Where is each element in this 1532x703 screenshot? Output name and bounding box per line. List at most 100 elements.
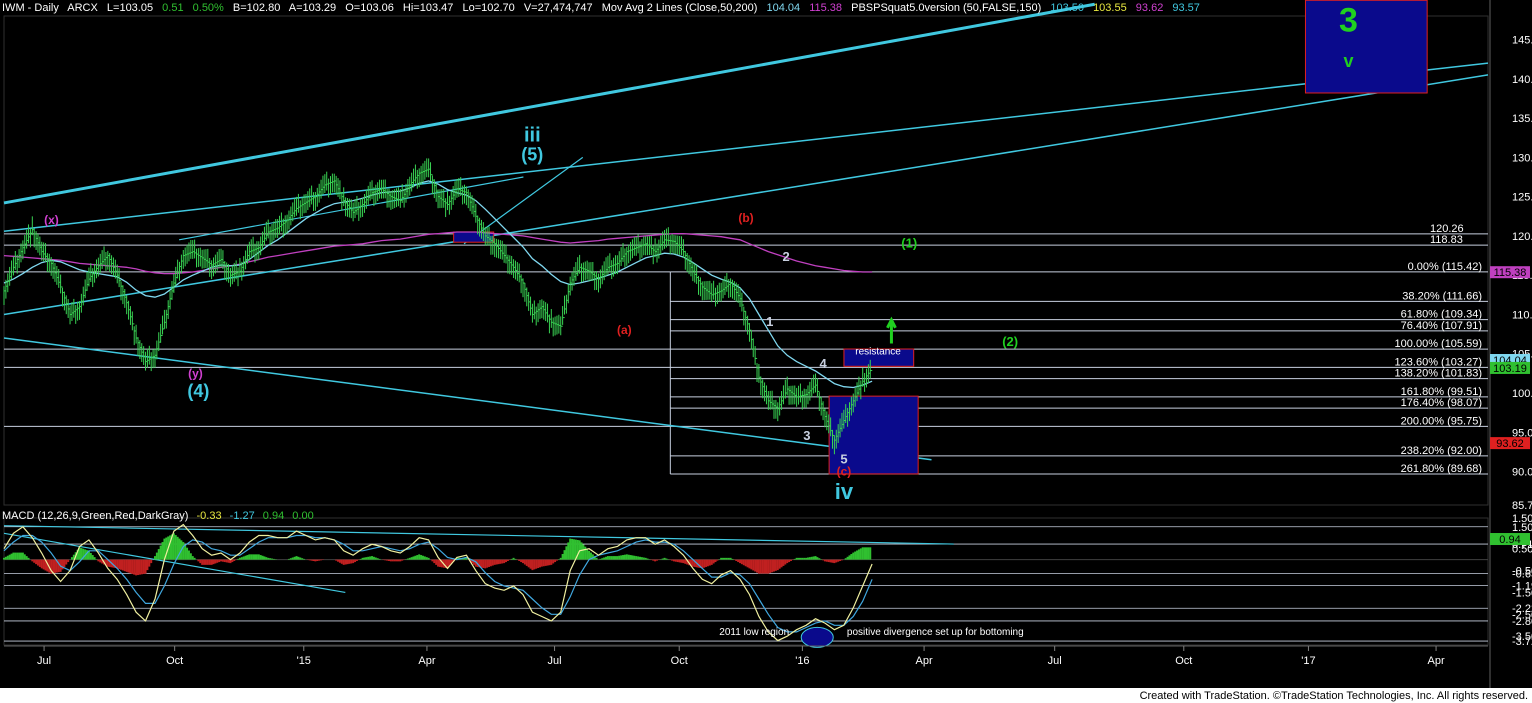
wave-label: 4: [820, 356, 828, 371]
time-axis-label: Apr: [1427, 655, 1444, 667]
price-tick-label: 130.00: [1512, 152, 1532, 164]
volume-value: V=27,474,747: [523, 2, 593, 14]
price-bars: [3, 158, 873, 455]
price-tick-label: 85.74: [1512, 500, 1532, 512]
price-tag-label: 93.62: [1496, 438, 1524, 450]
symbol-label: IWM - Daily: [2, 2, 59, 14]
pbsp-label: PBSPSquat5.0version (50,FALSE,150): [851, 2, 1042, 14]
price-tag-label: 103.19: [1493, 363, 1527, 375]
macd-annotation: positive divergence set up for bottoming: [847, 627, 1024, 638]
high-value: Hi=103.47: [402, 2, 454, 14]
price-tick-label: 90.00: [1512, 467, 1532, 479]
trend-line: [3, 337, 932, 461]
time-axis-label: Oct: [1175, 655, 1192, 667]
fib-label: 261.80% (89.68): [1401, 463, 1482, 475]
wave-label: (y): [188, 366, 203, 380]
time-axis-label: Jul: [1048, 655, 1062, 667]
ask-value: A=103.29: [288, 2, 337, 14]
macd-value-4: 0.00: [292, 510, 314, 522]
macd-pane-frame: [3, 517, 1489, 646]
time-axis-label: Apr: [916, 655, 933, 667]
target-arrow-icon: [886, 316, 897, 344]
price-tick-label: 110.00: [1512, 309, 1532, 321]
price-tick-label: 145.00: [1512, 35, 1532, 47]
footer-credit: Created with TradeStation. ©TradeStation…: [1139, 690, 1528, 702]
price-tick-label: 100.00: [1512, 388, 1532, 400]
wave-label: (1): [901, 236, 917, 251]
pbsp-value-3: 93.62: [1135, 2, 1164, 14]
wave-label: 3: [1339, 2, 1358, 40]
trend-line: [3, 2, 1096, 205]
macd-tick-label: -2.50: [1512, 609, 1532, 621]
fib-label: 76.40% (107.91): [1401, 320, 1482, 332]
time-axis-label: '15: [297, 655, 311, 667]
fib-label: 138.20% (101.83): [1395, 368, 1482, 380]
time-axis-label: '16: [795, 655, 809, 667]
chart-header: IWM - Daily ARCX L=103.05 0.51 0.50% B=1…: [2, 2, 1206, 14]
wave-label: iii: [524, 125, 541, 147]
wave-label: v: [1343, 51, 1353, 71]
macd-tick-label: 1.50: [1512, 522, 1532, 534]
fib-label: 123.60% (103.27): [1395, 356, 1482, 368]
change-value: 0.51: [162, 2, 184, 14]
macd-value-1: -0.33: [196, 510, 222, 522]
price-tick-label: 125.00: [1512, 192, 1532, 204]
pbsp-value-4: 93.57: [1172, 2, 1200, 14]
macd-tick-label: -1.50: [1512, 587, 1532, 599]
last-price: L=103.05: [106, 2, 154, 14]
bid-value: B=102.80: [232, 2, 281, 14]
open-value: O=103.06: [345, 2, 394, 14]
fib-label: 238.20% (92.00): [1401, 445, 1482, 457]
wave-label: 1: [766, 314, 773, 329]
wave-label: iv: [835, 479, 854, 504]
time-axis-label: Jul: [37, 655, 51, 667]
pbsp-value-1: 103.50: [1050, 2, 1084, 14]
macd-line: [3, 523, 873, 642]
fib-label: 61.80% (109.34): [1401, 309, 1482, 321]
price-chart: 120.26118.83 0.00% (115.42) 38.20% (111.66…: [3, 0, 1532, 688]
wave-label: (2): [1002, 334, 1018, 349]
ma200-line: [3, 231, 873, 275]
ma200-value: 115.38: [809, 2, 843, 14]
wave-label: (b): [738, 211, 753, 225]
wave-label: 2: [782, 249, 789, 264]
time-axis-label: '17: [1301, 655, 1315, 667]
wave-label: (x): [44, 213, 59, 227]
wave-3-target-box: [1304, 0, 1428, 94]
price-tag-label: 115.38: [1494, 267, 1527, 279]
change-pct: 0.50%: [192, 2, 224, 14]
macd-annotation: 2011 low region: [719, 627, 789, 638]
macd-trend-line: [3, 525, 954, 545]
exchange-label: ARCX: [67, 2, 98, 14]
price-pane-frame: [3, 15, 1489, 506]
trend-line: [3, 62, 1489, 232]
macd-label: MACD (12,26,9,Green,Red,DarkGray): [2, 510, 189, 522]
time-axis-label: Apr: [418, 655, 435, 667]
macd-signal-line: [3, 534, 873, 633]
resistance-label: resistance: [855, 347, 901, 358]
wave-label: (c): [837, 464, 852, 478]
wave-label: (5): [521, 145, 543, 165]
bottom-highlight-ellipse: [800, 626, 834, 648]
fib-label: 0.00% (115.42): [1408, 261, 1482, 273]
wave-label: (4): [187, 381, 209, 401]
low-value: Lo=102.70: [462, 2, 515, 14]
macd-value-3: 0.94: [262, 510, 285, 522]
ma50-value: 104.04: [766, 2, 801, 14]
fib-label: 200.00% (95.75): [1401, 415, 1482, 427]
wave-label: 3: [803, 428, 810, 443]
pbsp-value-2: 103.55: [1093, 2, 1127, 14]
fib-label: 176.40% (98.07): [1401, 397, 1482, 409]
macd-tick-label: -3.50: [1512, 631, 1532, 643]
time-axis-label: Oct: [166, 655, 183, 667]
macd-header: MACD (12,26,9,Green,Red,DarkGray) -0.33 …: [2, 510, 319, 522]
ma-label: Mov Avg 2 Lines (Close,50,200): [601, 2, 758, 14]
price-tick-label: 120.00: [1512, 231, 1532, 243]
level-label: 120.26: [1430, 223, 1464, 235]
fib-label: 100.00% (105.59): [1395, 338, 1482, 350]
price-tick-label: 135.00: [1512, 113, 1532, 125]
time-axis-label: Jul: [548, 655, 562, 667]
fib-label: 38.20% (111.66): [1402, 290, 1482, 302]
level-label: 118.83: [1430, 234, 1463, 246]
macd-tag-label: 0.94: [1499, 534, 1520, 546]
